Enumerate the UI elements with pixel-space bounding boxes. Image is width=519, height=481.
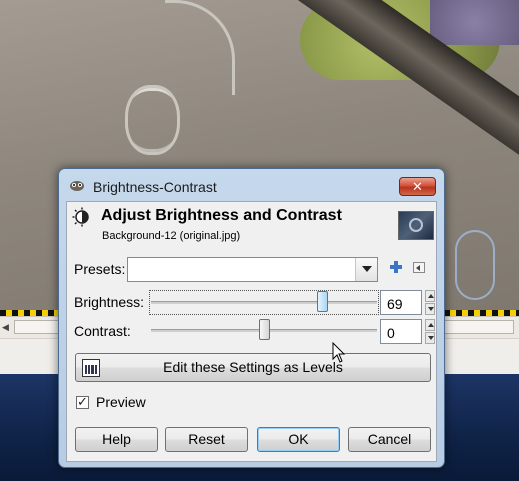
edit-as-levels-button[interactable]: Edit these Settings as Levels bbox=[75, 353, 431, 382]
spin-down-icon[interactable] bbox=[425, 303, 435, 315]
photo-knit-purple bbox=[430, 0, 519, 45]
reset-button[interactable]: Reset bbox=[165, 427, 248, 452]
brightness-contrast-icon bbox=[72, 207, 89, 227]
cancel-button[interactable]: Cancel bbox=[348, 427, 431, 452]
image-thumbnail-icon bbox=[398, 211, 434, 240]
brightness-label: Brightness: bbox=[74, 294, 145, 310]
image-name: Background-12 (original.jpg) bbox=[102, 230, 241, 242]
help-button[interactable]: Help bbox=[75, 427, 158, 452]
contrast-spinbox[interactable]: 0 bbox=[380, 319, 422, 344]
levels-histogram-icon bbox=[82, 359, 100, 377]
brightness-slider[interactable] bbox=[151, 291, 377, 313]
photo-wire bbox=[165, 0, 235, 95]
photo-spring bbox=[125, 85, 180, 155]
window-title: Brightness-Contrast bbox=[93, 179, 217, 195]
dialog-content: Adjust Brightness and Contrast Backgroun… bbox=[66, 201, 437, 462]
close-button[interactable]: ✕ bbox=[399, 177, 436, 196]
spin-down-icon[interactable] bbox=[425, 332, 435, 344]
close-icon: ✕ bbox=[412, 179, 423, 194]
add-preset-button[interactable] bbox=[389, 260, 403, 274]
presets-label: Presets: bbox=[74, 261, 126, 277]
preview-label[interactable]: Preview bbox=[96, 394, 146, 410]
contrast-slider-thumb[interactable] bbox=[259, 319, 270, 340]
photo-tool bbox=[455, 230, 495, 300]
contrast-value: 0 bbox=[387, 325, 395, 341]
brightness-spin-arrows[interactable] bbox=[425, 290, 435, 315]
mouse-pointer-icon bbox=[332, 342, 346, 363]
chevron-down-icon bbox=[362, 266, 372, 272]
brightness-value: 69 bbox=[387, 296, 403, 312]
spin-up-icon[interactable] bbox=[425, 290, 435, 302]
edit-as-levels-label: Edit these Settings as Levels bbox=[163, 359, 343, 375]
preview-checkbox[interactable]: ✓ bbox=[76, 394, 89, 409]
contrast-spin-arrows[interactable] bbox=[425, 319, 435, 344]
scroll-left-icon[interactable]: ◀ bbox=[2, 322, 9, 333]
brightness-slider-thumb[interactable] bbox=[317, 291, 328, 312]
presets-dropdown-button[interactable] bbox=[355, 258, 377, 281]
check-icon: ✓ bbox=[77, 394, 88, 409]
menu-arrow-icon bbox=[416, 265, 420, 271]
brightness-contrast-dialog: Brightness-Contrast ✕ Adjust Brightness … bbox=[58, 168, 445, 468]
preset-menu-button[interactable] bbox=[413, 262, 425, 273]
title-bar[interactable]: Brightness-Contrast ✕ bbox=[59, 169, 444, 201]
brightness-slider-track bbox=[151, 301, 377, 304]
gimp-app-icon bbox=[70, 181, 84, 191]
contrast-label: Contrast: bbox=[74, 323, 131, 339]
dialog-heading: Adjust Brightness and Contrast bbox=[101, 207, 342, 224]
ok-button[interactable]: OK bbox=[257, 427, 340, 452]
brightness-spinbox[interactable]: 69 bbox=[380, 290, 422, 315]
presets-combobox[interactable] bbox=[127, 257, 378, 282]
spin-up-icon[interactable] bbox=[425, 319, 435, 331]
contrast-slider[interactable] bbox=[151, 319, 377, 341]
